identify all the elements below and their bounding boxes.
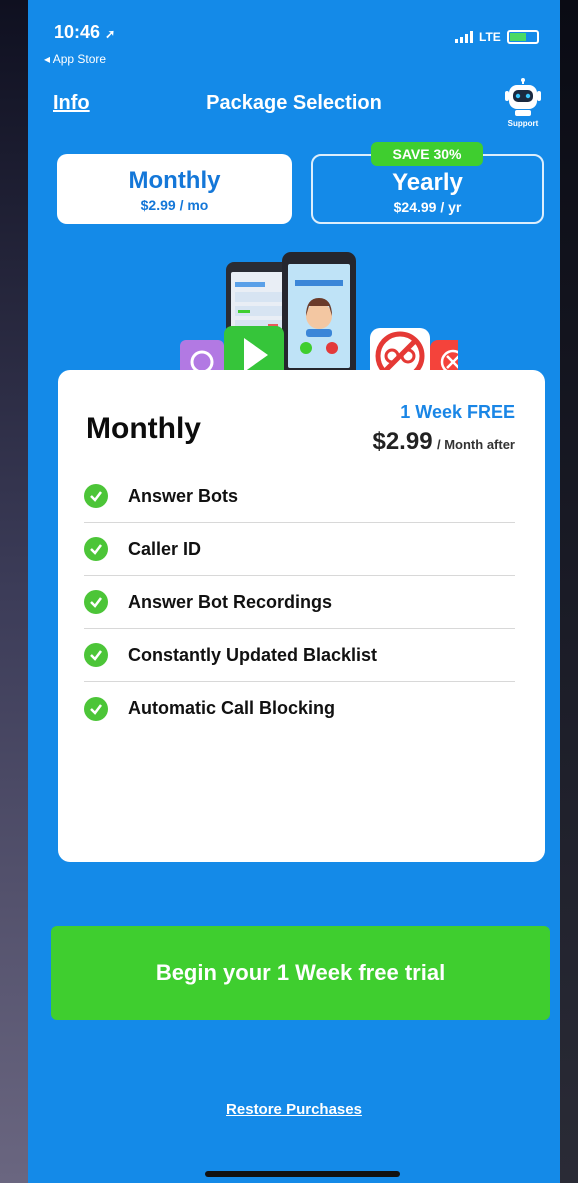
restore-purchases-link[interactable]: Restore Purchases <box>28 1101 560 1118</box>
checkmark-icon <box>84 696 108 721</box>
feature-item: Constantly Updated Blacklist <box>84 629 515 682</box>
phone-screen: 10:46 ➚ ◂ App Store LTE Info Package Sel… <box>28 0 560 1183</box>
status-time: 10:46 ➚ <box>54 22 116 42</box>
tab-yearly-price: $24.99 / yr <box>393 199 462 215</box>
feature-label: Caller ID <box>128 538 202 559</box>
signal-icon <box>455 31 473 43</box>
feature-label: Answer Bot Recordings <box>128 591 333 612</box>
save-badge: SAVE 30% <box>371 142 483 166</box>
page-title: Package Selection <box>206 92 382 114</box>
plan-card: Monthly 1 Week FREE $2.99 / Month after … <box>58 370 545 862</box>
tab-monthly-name: Monthly <box>128 167 221 194</box>
feature-label: Answer Bots <box>128 485 239 506</box>
support-button[interactable]: Support <box>498 78 548 128</box>
feature-label: Constantly Updated Blacklist <box>128 644 378 665</box>
right-backdrop <box>560 0 578 1183</box>
feature-item: Answer Bots <box>84 470 515 523</box>
back-to-app-store[interactable]: ◂ App Store <box>44 52 106 66</box>
phones-illustration <box>180 252 458 384</box>
plan-price: $2.99 / Month after <box>372 428 515 456</box>
feature-list: Answer Bots Caller ID Answer Bot Recordi… <box>84 470 515 735</box>
home-indicator[interactable] <box>205 1171 400 1177</box>
start-trial-button[interactable]: Begin your 1 Week free trial <box>51 926 550 1020</box>
robot-support-icon <box>505 78 541 116</box>
status-indicators: LTE <box>455 30 539 44</box>
plan-title: Monthly <box>86 412 201 445</box>
tab-monthly-price: $2.99 / mo <box>140 197 209 213</box>
checkmark-icon <box>84 590 108 614</box>
feature-item: Caller ID <box>84 523 515 576</box>
price-suffix: / Month after <box>437 437 515 452</box>
feature-item: Automatic Call Blocking <box>84 682 515 735</box>
battery-icon <box>506 30 539 44</box>
network-label: LTE <box>479 30 501 44</box>
checkmark-icon <box>84 537 108 561</box>
price-amount: $2.99 <box>372 428 433 455</box>
left-backdrop <box>0 0 28 1183</box>
location-arrow-icon: ➚ <box>105 27 116 41</box>
trial-label: 1 Week FREE <box>400 402 515 422</box>
support-label: Support <box>507 119 539 128</box>
checkmark-icon <box>84 643 108 667</box>
tab-yearly-name: Yearly <box>392 169 463 196</box>
feature-item: Answer Bot Recordings <box>84 576 515 629</box>
tab-monthly[interactable]: Monthly $2.99 / mo <box>57 154 292 224</box>
feature-label: Automatic Call Blocking <box>128 698 336 718</box>
checkmark-icon <box>84 484 108 508</box>
